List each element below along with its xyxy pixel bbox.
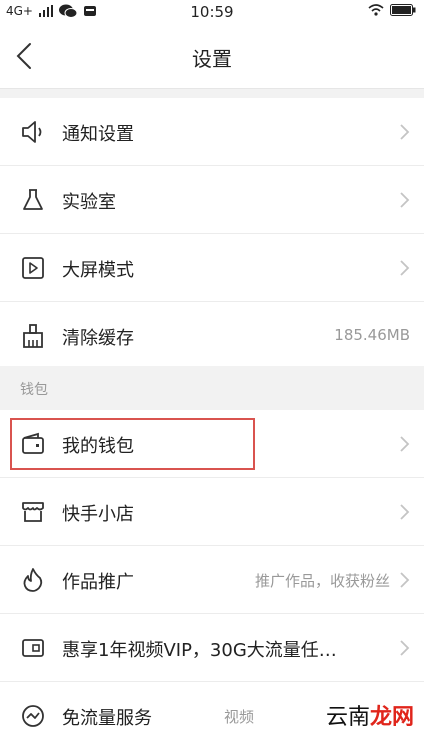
- flask-icon: [23, 189, 43, 210]
- status-time: 10:59: [190, 3, 234, 21]
- wallet-item-label: 快手小店: [62, 504, 134, 525]
- trend-icon: [22, 705, 44, 727]
- settings-item-lab[interactable]: 实验室: [0, 166, 424, 234]
- cache-size-value: 185.46MB: [334, 326, 410, 344]
- nav-bar: 设置: [0, 24, 424, 89]
- chevron-right-icon: [400, 504, 410, 520]
- chevron-right-icon: [400, 192, 410, 208]
- wallet-icon: [22, 432, 44, 454]
- wallet-item-kuaishou-store[interactable]: 快手小店: [0, 478, 424, 546]
- wallet-group-header: 钱包: [0, 366, 424, 410]
- wallet-item-label: 作品推广: [62, 572, 134, 593]
- wallet-item-my-wallet[interactable]: 我的钱包: [0, 410, 424, 478]
- flame-icon: [23, 568, 43, 592]
- settings-item-label: 通知设置: [62, 124, 134, 145]
- page-title: 设置: [192, 47, 232, 71]
- speaker-icon: [22, 121, 42, 143]
- settings-item-label: 清除缓存: [62, 328, 134, 349]
- promotion-hint: 推广作品，收获粉丝: [254, 572, 390, 590]
- free-data-hint: 视频: [223, 708, 254, 726]
- settings-item-clear-cache[interactable]: 清除缓存 185.46MB: [0, 302, 424, 369]
- settings-item-label: 大屏模式: [62, 260, 134, 281]
- chevron-right-icon: [400, 124, 410, 140]
- wallet-item-label: 惠享1年视频VIP，30G大流量任…: [62, 640, 337, 661]
- wallet-item-label: 我的钱包: [62, 436, 134, 457]
- watermark-text: 云南龙网: [321, 699, 418, 731]
- watermark: 云南龙网: [268, 689, 418, 735]
- chevron-right-icon: [400, 260, 410, 276]
- settings-item-big-screen[interactable]: 大屏模式: [0, 234, 424, 302]
- status-right: [368, 4, 416, 16]
- wallet-item-promotion[interactable]: 作品推广 推广作品，收获粉丝: [0, 546, 424, 614]
- settings-section: 通知设置 实验室 大屏模式 清除缓存 185.46MB: [0, 98, 424, 369]
- settings-item-label: 实验室: [62, 192, 116, 213]
- status-bar: 4G+ 10:59: [0, 0, 424, 24]
- vip-card-icon: [22, 639, 44, 657]
- chevron-right-icon: [400, 640, 410, 656]
- settings-item-notifications[interactable]: 通知设置: [0, 98, 424, 166]
- watermark-prefix: 云南: [325, 705, 370, 730]
- broom-icon: [23, 324, 43, 348]
- chevron-right-icon: [400, 572, 410, 588]
- watermark-highlight: 龙网: [369, 705, 414, 730]
- group-header-label: 钱包: [20, 382, 48, 398]
- wallet-item-vip-offer[interactable]: 惠享1年视频VIP，30G大流量任…: [0, 614, 424, 682]
- wallet-item-label: 免流量服务: [62, 708, 152, 729]
- battery-icon: [390, 4, 416, 16]
- store-icon: [22, 502, 44, 522]
- play-screen-icon: [22, 257, 44, 279]
- wifi-icon: [368, 4, 384, 16]
- chevron-right-icon: [400, 436, 410, 452]
